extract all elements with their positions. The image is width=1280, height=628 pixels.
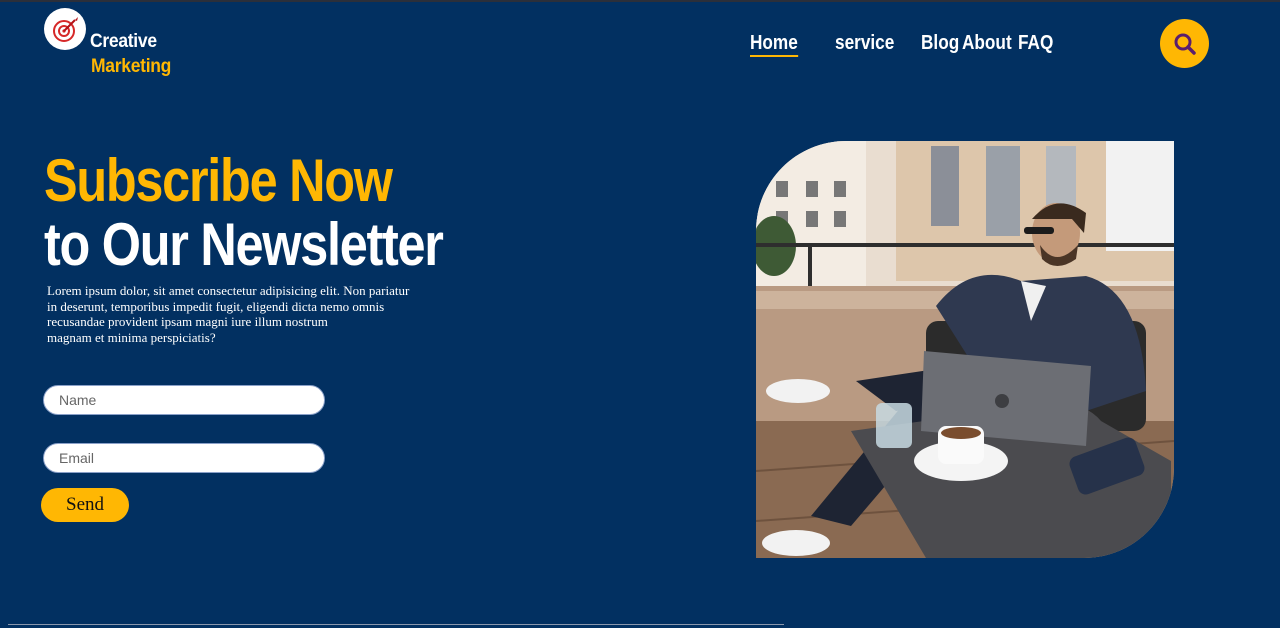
headline-accent: Subscribe Now [44,147,393,214]
brand-name-line1: Creative [90,31,157,52]
brand-logo[interactable]: Creative Marketing [44,8,204,83]
nav-service-link[interactable]: service [835,32,894,57]
nav-faq-link[interactable]: FAQ [1018,32,1053,57]
top-border [0,0,1280,2]
bottom-divider [8,624,784,625]
nav-home-link[interactable]: Home [750,32,798,57]
description-line: Lorem ipsum dolor, sit amet consectetur … [47,283,410,298]
nav-about-link[interactable]: About [962,32,1012,57]
search-icon [1174,33,1196,55]
hero-description: Lorem ipsum dolor, sit amet consectetur … [47,283,447,345]
description-line: magnam et minima perspiciatis? [47,329,216,345]
nav-blog-link[interactable]: Blog [921,32,959,57]
hero-photo [756,141,1174,558]
description-line: recusandae provident ipsam magni iure il… [47,314,328,329]
headline-main: to Our Newsletter [44,211,444,278]
main-nav: Home service Blog About FAQ [750,32,1059,57]
brand-name-line2: Marketing [91,56,172,77]
dart-target-icon [44,8,86,50]
email-input[interactable] [43,443,325,473]
send-button[interactable]: Send [41,488,129,522]
name-input[interactable] [43,385,325,415]
description-line: in deserunt, temporibus impedit fugit, e… [47,298,385,314]
search-button[interactable] [1160,19,1209,68]
